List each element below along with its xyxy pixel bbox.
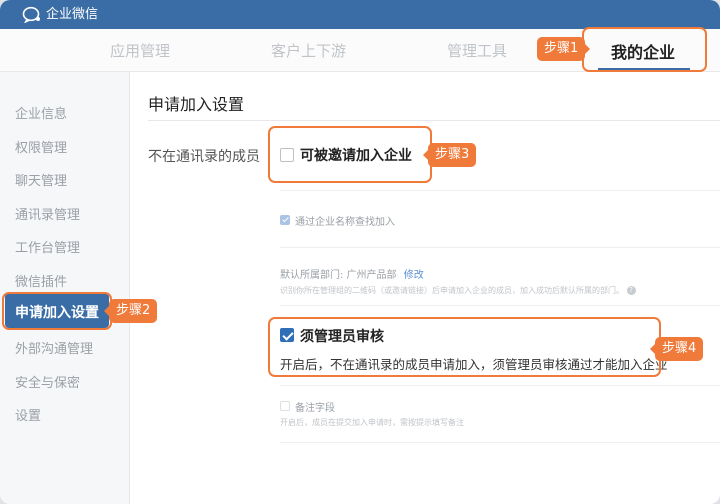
step3-highlight	[268, 126, 432, 183]
tab-management-tools[interactable]: 管理工具	[447, 40, 507, 61]
app-name: 企业微信	[46, 7, 99, 22]
app-window: 企业微信 应用管理 客户上下游 管理工具 我的企业 企业信息 权限管理 聊天管理…	[0, 0, 720, 504]
divider	[280, 385, 720, 386]
sidebar-item-enterprise-info[interactable]: 企业信息	[15, 103, 67, 122]
note-field-hint: 开启后，成员在提交加入申请时，需按提示填写备注	[280, 418, 464, 427]
sidebar-item-external-comm[interactable]: 外部沟通管理	[15, 338, 93, 357]
default-department-label: 默认所属部门: 广州产品部	[280, 270, 397, 281]
note-field-label: 备注字段	[295, 403, 335, 414]
wecom-logo-icon	[22, 6, 40, 23]
note-field-checkbox[interactable]	[280, 401, 290, 411]
default-department: 默认所属部门: 广州产品部 修改	[280, 266, 424, 281]
sidebar-item-permissions[interactable]: 权限管理	[15, 137, 67, 156]
search-join-checkbox[interactable]	[280, 215, 290, 225]
sidebar-item-wechat-plugin[interactable]: 微信插件	[15, 271, 67, 290]
tab-app-management[interactable]: 应用管理	[110, 40, 170, 61]
sidebar-item-contacts[interactable]: 通讯录管理	[15, 204, 80, 223]
search-join-label: 通过企业名称查找加入	[295, 217, 395, 228]
title-divider	[148, 120, 720, 121]
sidebar-item-workbench[interactable]: 工作台管理	[15, 237, 80, 256]
step3-badge: 步骤3	[422, 143, 477, 167]
divider	[280, 247, 720, 248]
sidebar-item-chat[interactable]: 聊天管理	[15, 170, 67, 189]
row-label-non-contacts: 不在通讯录的成员	[148, 149, 260, 165]
step2-badge: 步骤2	[103, 299, 158, 323]
sidebar-item-security[interactable]: 安全与保密	[15, 372, 80, 391]
divider	[280, 305, 720, 306]
step1-badge: 步骤1	[537, 37, 591, 61]
step1-highlight	[582, 27, 707, 72]
step4-highlight	[268, 317, 661, 377]
title-bar: 企业微信	[0, 0, 720, 29]
edit-department-link[interactable]: 修改	[404, 270, 424, 281]
sidebar-item-settings[interactable]: 设置	[15, 405, 41, 424]
divider	[280, 442, 720, 443]
step4-badge: 步骤4	[649, 337, 704, 361]
department-hint: 识别你所在管理组的二维码（或邀请链接）后申请加入企业的成员，加入成功后默认所属的…	[280, 285, 636, 296]
page-title: 申请加入设置	[148, 95, 245, 114]
info-icon[interactable]: ?	[626, 286, 636, 295]
step2-highlight	[2, 292, 112, 330]
divider	[280, 190, 720, 191]
department-hint-text: 识别你所在管理组的二维码（或邀请链接）后申请加入企业的成员，加入成功后默认所属的…	[280, 286, 624, 295]
tab-customer-chain[interactable]: 客户上下游	[271, 40, 346, 61]
